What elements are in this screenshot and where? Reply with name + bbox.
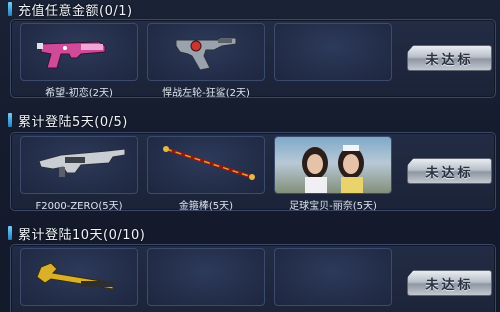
reward-section-login-10: 累计登陆10天(0/10) 未达标 [0,224,500,312]
reward-slot[interactable] [147,23,265,81]
reward-label: F2000-ZERO(5天) [35,201,123,212]
reward-slot-empty [274,23,392,81]
reward-slot[interactable] [147,136,265,194]
section-header: 累计登陆5天(0/5) [8,111,128,130]
reward-section-login-5: 累计登陆5天(0/5) F2000-ZERO(5天) 金箍棒(5天) 足球宝贝-… [0,111,500,219]
status-not-met-button[interactable]: 未达标 [407,270,492,296]
reward-label: 悍战左轮-狂鲨(2天) [162,88,250,99]
reward-panel: F2000-ZERO(5天) 金箍棒(5天) 足球宝贝-丽奈(5天) 未达标 [10,132,496,212]
assault-rifle-icon [38,148,126,177]
section-marker-icon [8,226,12,240]
pink-pistol-icon [37,41,106,69]
reward-label: 足球宝贝-丽奈(5天) [289,201,377,212]
reward-panel: 希望-初恋(2天) 悍战左轮-狂鲨(2天) 未达标 [10,19,496,99]
reward-slot-empty [274,248,392,306]
staff-icon [163,146,255,180]
reward-slot[interactable] [274,136,392,194]
reward-slot[interactable] [20,23,138,81]
section-title: 累计登陆5天(0/5) [18,114,128,130]
section-title: 充值任意金额(0/1) [18,3,133,19]
reward-slot[interactable] [20,248,138,306]
reward-label: 金箍棒(5天) [178,201,234,212]
reward-label: 希望-初恋(2天) [45,88,113,99]
reward-slot[interactable] [20,136,138,194]
status-not-met-button[interactable]: 未达标 [407,45,492,71]
reward-section-recharge: 充值任意金额(0/1) 希望-初恋(2天) 悍战左轮-狂鲨(2天) 未达标 [0,0,500,108]
reward-panel: 未达标 [10,244,496,312]
section-header: 累计登陆10天(0/10) [8,224,146,243]
status-not-met-button[interactable]: 未达标 [407,158,492,184]
character-portrait-icon [275,137,391,193]
section-title: 累计登陆10天(0/10) [18,227,146,243]
section-marker-icon [8,113,12,127]
wrench-icon [36,262,114,290]
reward-slot-empty [147,248,265,306]
section-marker-icon [8,2,12,16]
section-header: 充值任意金额(0/1) [8,0,133,19]
revolver-icon [175,37,237,71]
